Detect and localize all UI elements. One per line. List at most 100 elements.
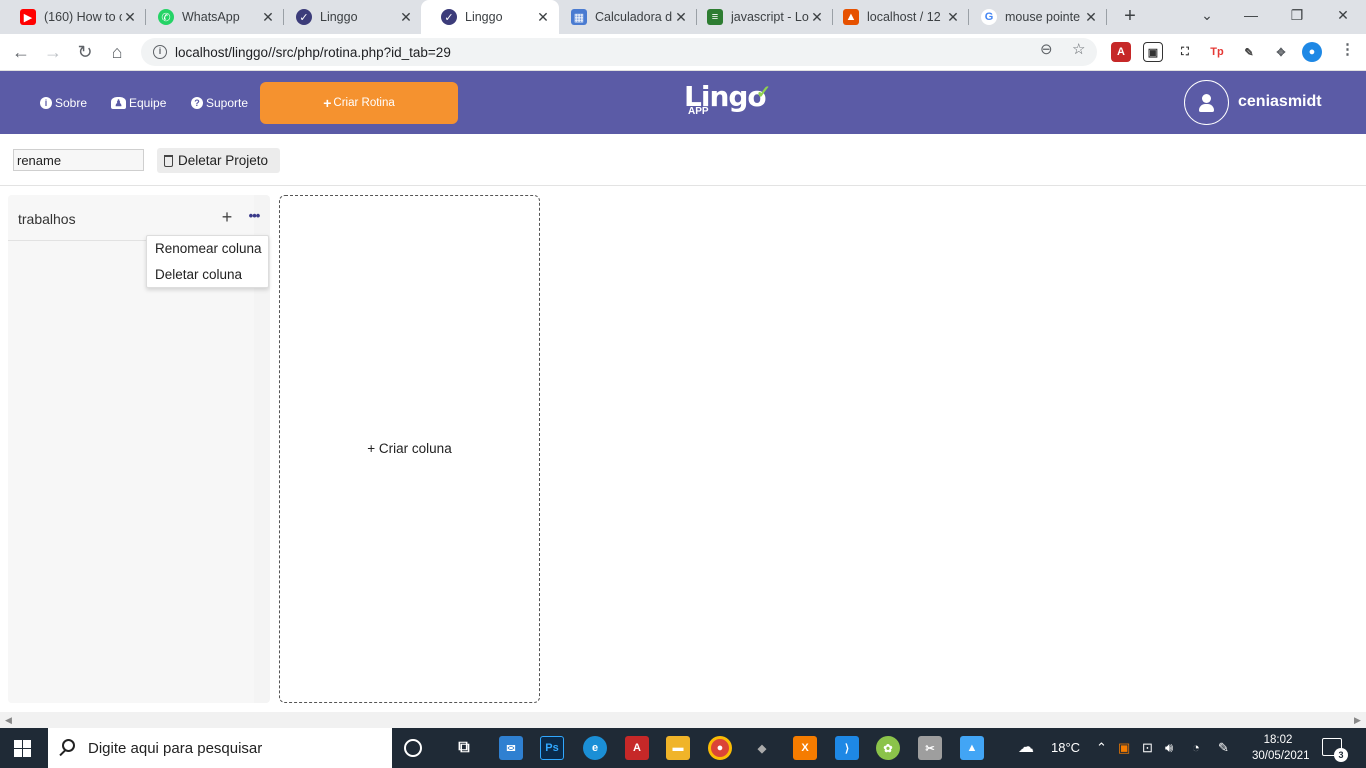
column-title[interactable]: trabalhos: [18, 211, 76, 227]
home-icon[interactable]: ⌂: [105, 40, 129, 64]
close-window-button[interactable]: ✕: [1320, 0, 1366, 34]
close-tab-icon[interactable]: ✕: [398, 9, 414, 26]
bookmark-star-icon[interactable]: ☆: [1072, 40, 1085, 58]
photos-icon[interactable]: ▲: [960, 736, 984, 760]
browser-menu-icon[interactable]: ⋮: [1340, 40, 1355, 58]
chrome-icon[interactable]: ●: [708, 736, 732, 760]
close-tab-icon[interactable]: ✕: [945, 9, 961, 26]
nav-suporte[interactable]: ? Suporte: [191, 71, 248, 134]
volume-icon[interactable]: 🔊︎: [1165, 728, 1173, 768]
tab-search-icon[interactable]: ⌄: [1184, 0, 1230, 34]
weather-icon[interactable]: ☁: [1018, 728, 1034, 768]
browser-tab[interactable]: ▶ (160) How to c ✕: [0, 0, 146, 34]
browser-tab[interactable]: ▦ Calculadora d ✕: [551, 0, 697, 34]
criar-rotina-label: Criar Rotina: [333, 97, 395, 109]
new-tab-button[interactable]: +: [1118, 4, 1142, 28]
pen-icon[interactable]: ✎: [1218, 728, 1229, 768]
username[interactable]: ceniasmidt: [1238, 93, 1322, 111]
close-tab-icon[interactable]: ✕: [535, 9, 551, 26]
nav-sobre[interactable]: i Sobre: [40, 71, 87, 134]
mail-icon[interactable]: ✉: [499, 736, 523, 760]
delete-project-label: Deletar Projeto: [178, 153, 269, 168]
linggo-icon: ✓: [296, 9, 312, 25]
menu-item-rename-column[interactable]: Renomear coluna: [147, 236, 270, 262]
stackoverflow-icon: ≡: [707, 9, 723, 25]
browser-tab[interactable]: G mouse pointe ✕: [961, 0, 1107, 34]
close-tab-icon[interactable]: ✕: [122, 9, 138, 26]
tp-extension-icon[interactable]: Tp: [1207, 42, 1227, 62]
linggo-icon: ✓: [441, 9, 457, 25]
windows-start-icon[interactable]: [14, 740, 31, 757]
browser-tab-active[interactable]: ✓ Linggo ✕: [421, 0, 559, 34]
search-placeholder: Digite aqui para pesquisar: [88, 739, 263, 757]
users-icon: ♟: [111, 96, 126, 109]
address-bar[interactable]: i localhost/linggo//src/php/rotina.php?i…: [141, 38, 1097, 66]
tab-title: (160) How to c: [44, 10, 122, 24]
linggo-logo[interactable]: Lingo APP ✓: [684, 80, 784, 122]
vscode-icon[interactable]: ⟩: [835, 736, 859, 760]
reload-icon[interactable]: ↻: [73, 40, 97, 64]
cortana-icon[interactable]: [404, 739, 422, 757]
trash-icon: [164, 154, 173, 167]
eyedropper-extension-icon[interactable]: ✎: [1239, 42, 1259, 62]
profile-avatar[interactable]: ●: [1302, 42, 1322, 62]
create-column-dropzone[interactable]: + Criar coluna: [279, 195, 540, 703]
restore-button[interactable]: ❐: [1274, 0, 1320, 34]
browser-tab[interactable]: ✆ WhatsApp ✕: [138, 0, 284, 34]
whatsapp-icon: ✆: [158, 9, 174, 25]
snipping-tool-icon[interactable]: ✂: [918, 736, 942, 760]
network-icon[interactable]: ◔: [1192, 728, 1200, 768]
system-clock[interactable]: 18:02 30/05/2021: [1252, 732, 1310, 764]
phpmyadmin-icon: ▲: [843, 9, 859, 25]
close-tab-icon[interactable]: ✕: [1083, 9, 1099, 26]
extensions-puzzle-icon[interactable]: ✥: [1271, 42, 1291, 62]
xampp-icon[interactable]: X: [793, 736, 817, 760]
logo-sub: APP: [688, 106, 709, 117]
rename-project-input[interactable]: [13, 149, 144, 171]
edge-icon[interactable]: e: [583, 736, 607, 760]
task-view-icon[interactable]: ⧉: [452, 736, 476, 760]
acrobat-extension-icon[interactable]: A: [1111, 42, 1131, 62]
column-options-menu: Renomear coluna Deletar coluna: [146, 235, 269, 288]
taskbar-search[interactable]: Digite aqui para pesquisar: [48, 728, 392, 768]
paint-icon[interactable]: ✿: [876, 736, 900, 760]
tab-title: Linggo: [320, 10, 358, 24]
menu-item-delete-column[interactable]: Deletar coluna: [147, 262, 270, 288]
add-card-button[interactable]: +: [219, 207, 235, 227]
zoom-icon[interactable]: ⊖: [1040, 40, 1053, 58]
checkmark-icon: ✓: [756, 82, 772, 102]
picture-in-picture-icon[interactable]: ▣: [1143, 42, 1163, 62]
youtube-icon: ▶: [20, 9, 36, 25]
back-icon[interactable]: ←: [9, 40, 33, 64]
horizontal-scrollbar[interactable]: ◀ ▶: [0, 712, 1366, 728]
scroll-right-arrow-icon[interactable]: ▶: [1354, 715, 1361, 726]
tab-title: mouse pointe: [1005, 10, 1081, 24]
tray-expand-icon[interactable]: ⌃: [1096, 728, 1107, 768]
close-tab-icon[interactable]: ✕: [260, 9, 276, 26]
browser-tab[interactable]: ≡ javascript - Lo ✕: [687, 0, 833, 34]
app-icon[interactable]: ◆: [750, 736, 774, 760]
browser-tab[interactable]: ✓ Linggo ✕: [276, 0, 422, 34]
browser-tab[interactable]: ▲ localhost / 12 ✕: [823, 0, 969, 34]
minimize-button[interactable]: —: [1228, 0, 1274, 34]
file-explorer-icon[interactable]: ▬: [666, 736, 690, 760]
create-column-label: + Criar coluna: [367, 441, 452, 456]
column-options-icon[interactable]: •••: [244, 208, 264, 226]
photoshop-icon[interactable]: Ps: [540, 736, 564, 760]
forward-icon[interactable]: →: [41, 40, 65, 64]
windows-taskbar: Digite aqui para pesquisar ⧉ ✉ Ps e A ▬ …: [0, 728, 1366, 768]
nav-equipe[interactable]: ♟ Equipe: [111, 71, 166, 134]
site-info-icon[interactable]: i: [153, 45, 167, 59]
delete-project-button[interactable]: Deletar Projeto: [157, 148, 280, 173]
project-bar: Deletar Projeto: [0, 134, 1366, 186]
browser-toolbar: ← → ↻ ⌂ i localhost/linggo//src/php/roti…: [0, 34, 1366, 71]
screenshot-extension-icon[interactable]: ⛶: [1175, 42, 1195, 62]
tray-camera-icon[interactable]: ⊡: [1142, 728, 1153, 768]
weather-temp[interactable]: 18°C: [1051, 728, 1080, 768]
criar-rotina-button[interactable]: + Criar Rotina: [260, 82, 458, 124]
user-avatar[interactable]: [1184, 80, 1229, 125]
scroll-left-arrow-icon[interactable]: ◀: [5, 715, 12, 726]
google-icon: G: [981, 9, 997, 25]
tray-app-icon[interactable]: ▣: [1118, 728, 1130, 768]
acrobat-icon[interactable]: A: [625, 736, 649, 760]
